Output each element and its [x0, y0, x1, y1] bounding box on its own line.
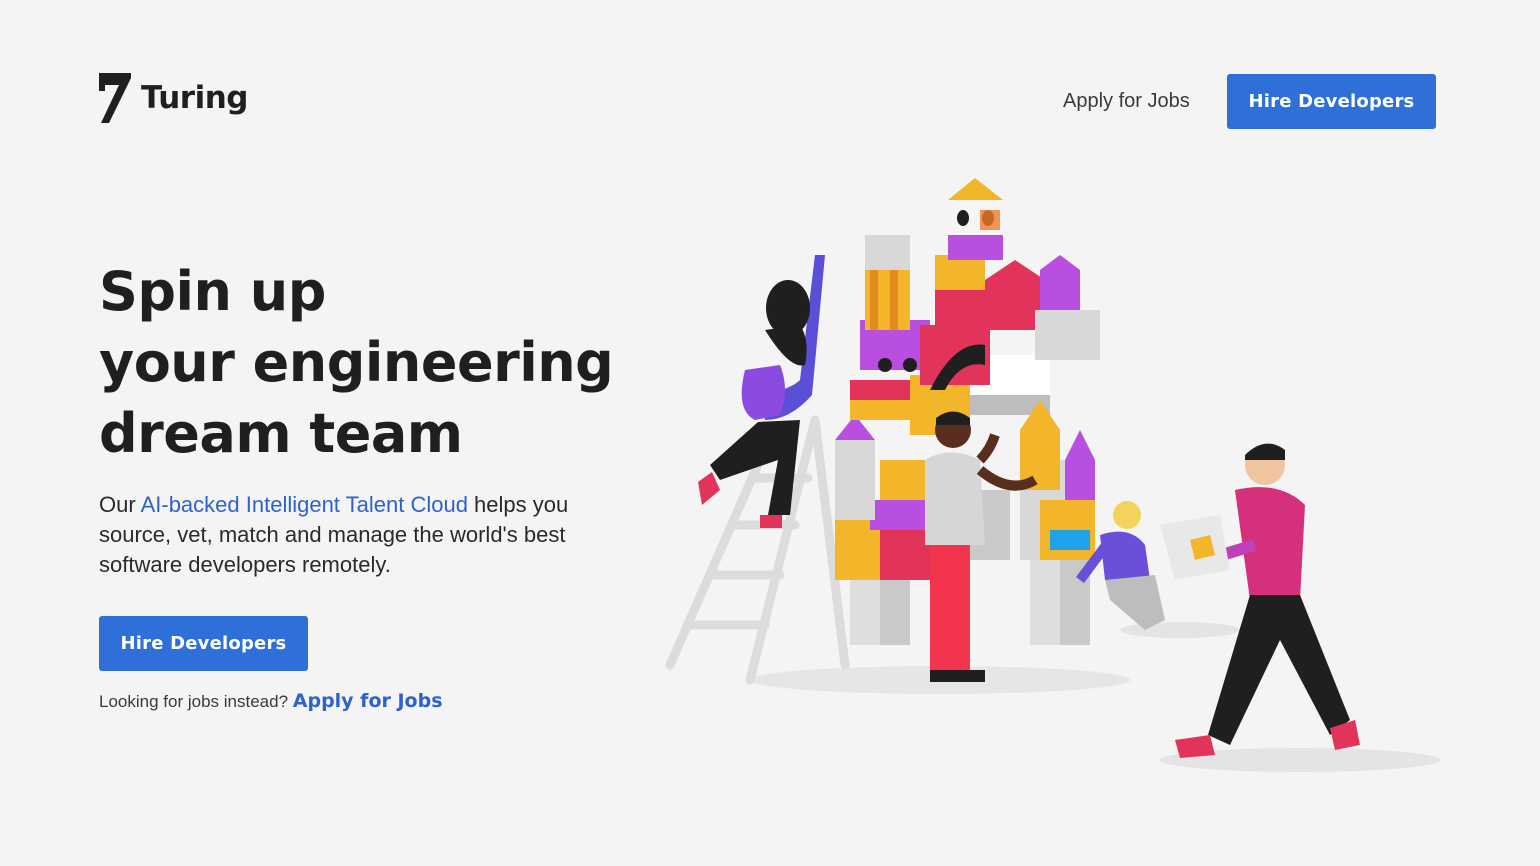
- hero-title: Spin up your engineering dream team: [99, 256, 619, 469]
- brand-logo[interactable]: Turing: [99, 73, 248, 123]
- talent-cloud-link[interactable]: AI-backed Intelligent Talent Cloud: [141, 492, 468, 517]
- hero-desc-prefix: Our: [99, 492, 141, 517]
- jobs-prompt-text: Looking for jobs instead?: [99, 692, 289, 711]
- hero-description: Our AI-backed Intelligent Talent Cloud h…: [99, 490, 569, 580]
- hire-developers-header-button[interactable]: Hire Developers: [1227, 74, 1436, 129]
- walking-man: [1160, 443, 1360, 758]
- apply-for-jobs-hero-link[interactable]: Apply for Jobs: [293, 690, 443, 712]
- hero-title-line-1: Spin up: [99, 260, 326, 323]
- brand-name: Turing: [141, 80, 248, 116]
- team-building-blocks-illustration: [665, 178, 1440, 772]
- turing-logo-icon: [99, 73, 131, 123]
- jobs-prompt-line: Looking for jobs instead? Apply for Jobs: [99, 690, 443, 712]
- hire-developers-hero-button[interactable]: Hire Developers: [99, 616, 308, 671]
- hero-title-line-3: dream team: [99, 402, 463, 465]
- apply-for-jobs-link[interactable]: Apply for Jobs: [1063, 90, 1190, 113]
- woman-on-ladder: [698, 255, 825, 528]
- hero-title-line-2: your engineering: [99, 331, 614, 394]
